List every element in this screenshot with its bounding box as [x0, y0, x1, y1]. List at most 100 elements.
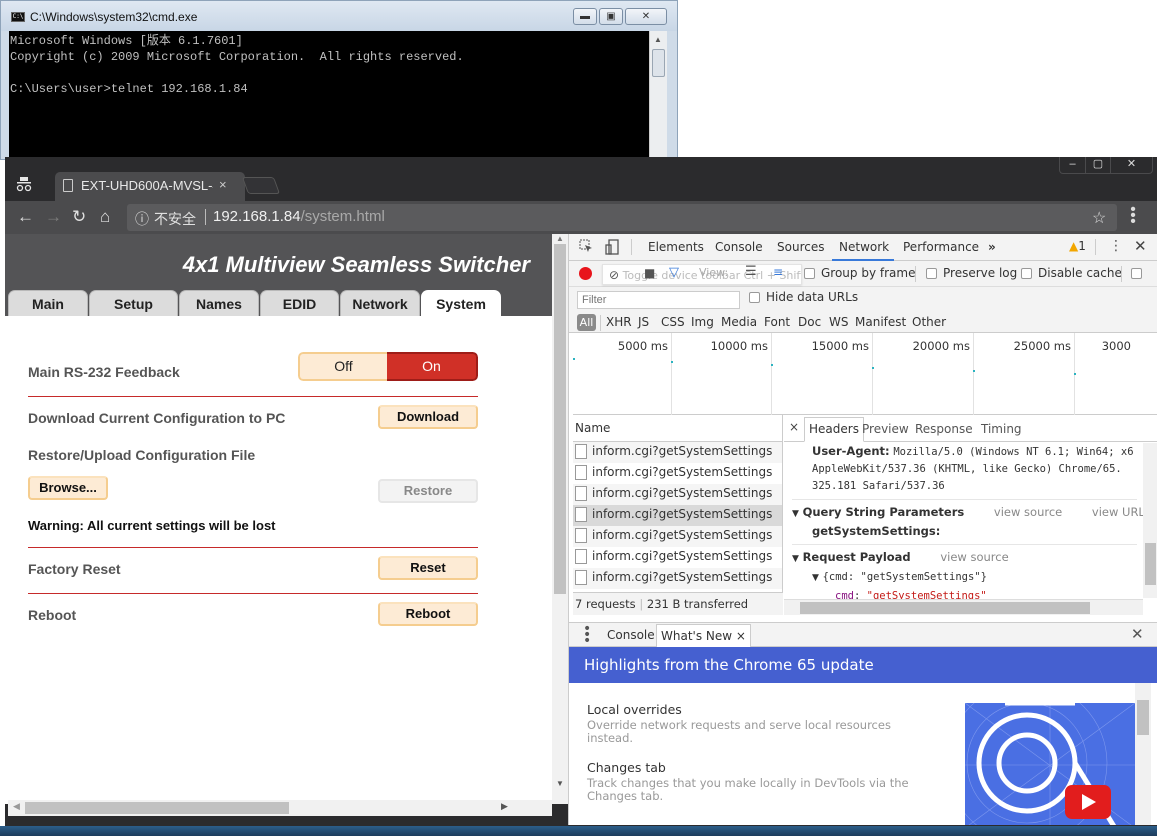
detail-hscroll-thumb[interactable] [800, 602, 1090, 614]
request-row[interactable]: inform.cgi?getSystemSettings [573, 505, 782, 526]
request-row[interactable]: inform.cgi?getSystemSettings [573, 442, 782, 463]
request-row[interactable]: inform.cgi?getSystemSettings [573, 526, 782, 547]
type-xhr[interactable]: XHR [606, 315, 632, 329]
devtools-tab-network[interactable]: Network [839, 240, 889, 254]
request-row[interactable]: inform.cgi?getSystemSettings [573, 547, 782, 568]
page-horizontal-scrollbar[interactable]: ◀ ▶ [8, 800, 552, 816]
feature-title[interactable]: Changes tab [587, 760, 666, 775]
device-toolbar-icon[interactable] [605, 239, 619, 259]
type-js[interactable]: JS [638, 315, 649, 329]
payload-section-title[interactable]: Request Payload [803, 550, 911, 564]
drawer-close-icon[interactable]: ✕ [1131, 625, 1144, 643]
tab-network[interactable]: Network [340, 290, 420, 316]
chrome-update-video-thumbnail[interactable] [965, 703, 1135, 825]
devtools-tab-sources[interactable]: Sources [777, 240, 824, 254]
feedback-toggle[interactable]: Off On [298, 352, 478, 381]
type-ws[interactable]: WS [829, 315, 848, 329]
hide-data-urls-checkbox[interactable] [749, 292, 760, 303]
devtools-tab-performance[interactable]: Performance [903, 240, 979, 254]
expand-arrow-icon[interactable]: ▼ [792, 573, 819, 583]
group-by-frame-checkbox[interactable] [804, 268, 815, 279]
record-icon[interactable] [579, 267, 592, 280]
whats-new-scrollbar[interactable] [1135, 683, 1151, 825]
chrome-menu-icon[interactable]: • • • [1130, 202, 1136, 230]
tab-setup[interactable]: Setup [89, 290, 178, 316]
tab-system[interactable]: System [421, 290, 501, 316]
filter-icon[interactable]: ▽ [669, 265, 679, 280]
reboot-button[interactable]: Reboot [378, 602, 478, 626]
close-tab-icon[interactable]: × [736, 629, 746, 643]
detail-horizontal-scrollbar[interactable] [784, 599, 1143, 615]
scroll-left-arrow-icon[interactable]: ◀ [13, 801, 20, 812]
cmd-title-bar[interactable]: C:\ C:\Windows\system32\cmd.exe ▬ ▣ ✕ [1, 1, 677, 31]
overview-icon[interactable]: ≡ [773, 265, 783, 279]
more-tabs-icon[interactable]: » [988, 240, 996, 254]
url-text[interactable]: 192.168.1.84/system.html [213, 208, 385, 225]
devtools-tab-console[interactable]: Console [715, 240, 763, 254]
scroll-up-arrow-icon[interactable]: ▲ [556, 234, 564, 243]
payload-view-source-link[interactable]: view source [940, 550, 1008, 564]
devtools-menu-icon[interactable]: ⋮ [1109, 238, 1123, 254]
restore-button[interactable]: Restore [378, 479, 478, 503]
browse-button[interactable]: Browse... [28, 476, 108, 500]
request-row[interactable]: inform.cgi?getSystemSettings [573, 568, 782, 589]
forward-icon[interactable]: → [45, 207, 62, 227]
back-icon[interactable]: ← [17, 207, 34, 227]
type-css[interactable]: CSS [661, 315, 685, 329]
type-media[interactable]: Media [721, 315, 757, 329]
address-bar[interactable]: ⓘ 不安全 192.168.1.84/system.html [127, 204, 1117, 231]
tab-edid[interactable]: EDID [260, 290, 339, 316]
drawer-tab-whats-new[interactable]: What's New × [656, 624, 751, 647]
scroll-up-arrow-icon[interactable]: ▲ [654, 35, 662, 44]
type-manifest[interactable]: Manifest [855, 315, 906, 329]
maximize-button[interactable]: ▢ [1085, 157, 1110, 173]
large-rows-icon[interactable]: ☰ [745, 264, 757, 279]
devtools-close-icon[interactable]: ✕ [1134, 237, 1147, 255]
reload-icon[interactable]: ↻ [72, 207, 86, 227]
clear-icon[interactable]: ⊘ [609, 268, 619, 282]
query-view-source-link[interactable]: view source [994, 505, 1062, 519]
cmd-scroll-thumb[interactable] [652, 49, 665, 77]
detail-tab-response[interactable]: Response [915, 422, 973, 436]
tab-main[interactable]: Main [8, 290, 88, 316]
cmd-console[interactable]: Microsoft Windows [版本 6.1.7601] Copyright… [9, 31, 649, 161]
new-tab-button[interactable] [241, 177, 281, 194]
cmd-scrollbar[interactable]: ▲ [649, 31, 667, 161]
download-button[interactable]: Download [378, 405, 478, 429]
type-other[interactable]: Other [912, 315, 946, 329]
cmd-maximize-button[interactable]: ▣ [599, 8, 623, 25]
type-doc[interactable]: Doc [798, 315, 821, 329]
request-row[interactable]: inform.cgi?getSystemSettings [573, 484, 782, 505]
expand-arrow-icon[interactable]: ▼ [792, 509, 799, 519]
offline-checkbox[interactable] [1131, 268, 1142, 279]
filter-input[interactable] [577, 291, 740, 309]
close-window-button[interactable]: ✕ [1110, 157, 1152, 173]
bookmark-star-icon[interactable]: ☆ [1092, 208, 1106, 228]
scroll-down-arrow-icon[interactable]: ▼ [556, 779, 564, 788]
expand-arrow-icon[interactable]: ▼ [792, 554, 799, 564]
screenshot-capture-icon[interactable]: ■ [644, 266, 655, 280]
drawer-tab-console[interactable]: Console [607, 628, 655, 642]
detail-tab-headers[interactable]: Headers [804, 417, 864, 442]
type-img[interactable]: Img [691, 315, 714, 329]
query-section-title[interactable]: Query String Parameters [803, 505, 965, 519]
devtools-tab-elements[interactable]: Elements [648, 240, 704, 254]
inspect-element-icon[interactable] [579, 239, 593, 257]
page-vertical-scroll-thumb[interactable] [554, 244, 566, 594]
feedback-off-button[interactable]: Off [298, 352, 387, 381]
type-font[interactable]: Font [764, 315, 790, 329]
detail-tab-preview[interactable]: Preview [862, 422, 909, 436]
detail-scroll-thumb[interactable] [1145, 543, 1156, 585]
tab-close-icon[interactable]: × [219, 177, 227, 192]
drawer-menu-icon[interactable]: • • • [583, 622, 591, 648]
feedback-on-button[interactable]: On [387, 352, 478, 381]
whats-new-scroll-thumb[interactable] [1137, 700, 1149, 735]
disable-cache-checkbox[interactable] [1021, 268, 1032, 279]
reset-button[interactable]: Reset [378, 556, 478, 580]
close-detail-icon[interactable]: × [789, 420, 799, 434]
youtube-play-button[interactable] [1065, 785, 1111, 819]
cmd-minimize-button[interactable]: ▬ [573, 8, 597, 25]
page-vertical-scrollbar[interactable]: ▲ ▼ [552, 234, 568, 804]
feature-title[interactable]: Local overrides [587, 702, 682, 717]
cmd-close-button[interactable]: ✕ [625, 8, 667, 25]
